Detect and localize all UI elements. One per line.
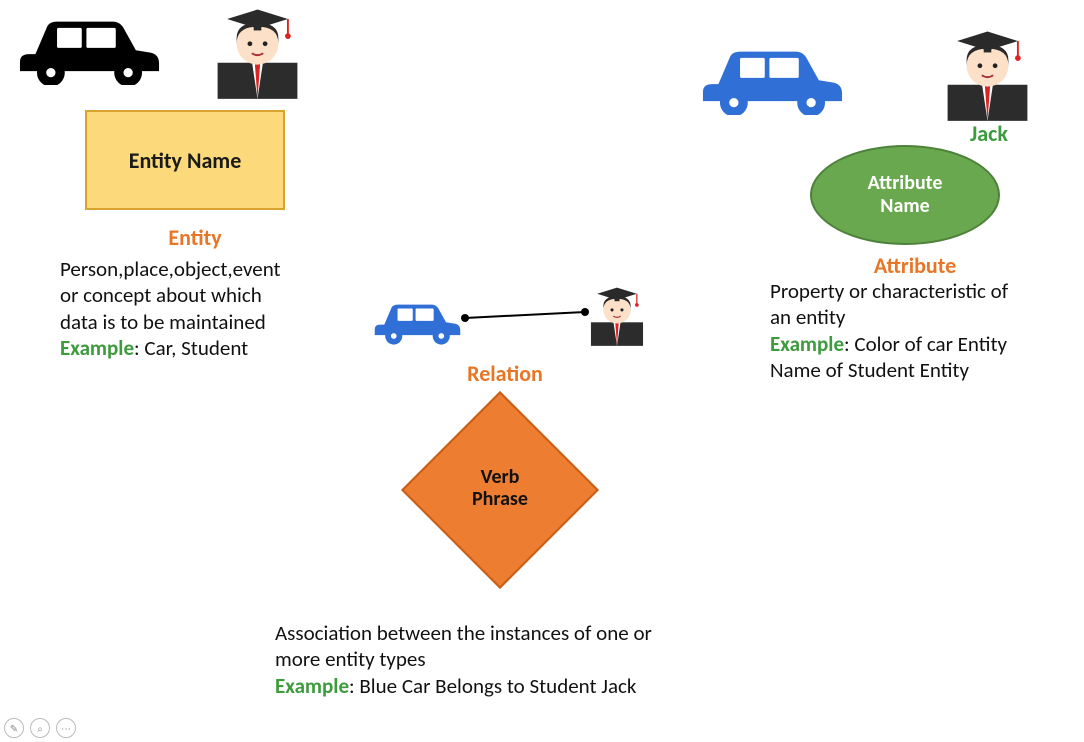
attribute-description: Property or characteristic of an entity … <box>770 278 1080 383</box>
attr-desc-l1: Property or characteristic of <box>770 278 1080 304</box>
diamond-label: Verb Phrase <box>400 466 600 510</box>
entity-desc-line3: data is to be maintained <box>60 309 360 335</box>
relation-title: Relation <box>445 360 565 387</box>
attr-ellipse-l2: Name <box>868 195 943 218</box>
relation-example-text: : Blue Car Belongs to Student Jack <box>349 673 636 699</box>
entity-example-label: Example <box>60 335 134 361</box>
attr-example-label: Example <box>770 331 844 357</box>
toolbar-edit-icon[interactable]: ✎ <box>4 718 24 738</box>
entity-name-box: Entity Name <box>85 110 285 210</box>
entity-description: Person,place,object,event or concept abo… <box>60 256 360 361</box>
attr-example-text-l1: : Color of car Entity <box>844 331 1007 357</box>
relation-desc-l1: Association between the instances of one… <box>275 620 775 646</box>
car-icon-blue-relation <box>370 290 465 345</box>
toolbar-more-icon[interactable]: ⋯ <box>56 718 76 738</box>
attr-example-text-l2: Name of Student Entity <box>770 357 1080 383</box>
student-icon-attribute <box>940 18 1035 123</box>
student-icon-relation <box>586 278 648 348</box>
toolbar: ✎ ⌕ ⋯ <box>4 718 76 738</box>
car-icon-blue-attribute <box>695 30 850 115</box>
relation-example-label: Example <box>275 673 349 699</box>
diamond-label-l1: Verb <box>400 466 600 488</box>
entity-box-label: Entity Name <box>129 147 242 174</box>
entity-example-text: : Car, Student <box>134 335 248 361</box>
jack-label: Jack <box>970 120 1008 147</box>
car-icon-black <box>12 0 167 85</box>
relation-description: Association between the instances of one… <box>275 620 775 699</box>
attr-ellipse-l1: Attribute <box>868 172 943 195</box>
entity-desc-line2: or concept about which <box>60 282 360 308</box>
relation-diamond: Verb Phrase <box>400 410 600 570</box>
diamond-label-l2: Phrase <box>400 488 600 510</box>
relation-desc-l2: more entity types <box>275 646 775 672</box>
student-icon-entity <box>210 0 305 101</box>
attribute-title: Attribute <box>855 252 975 279</box>
entity-title: Entity <box>135 224 255 251</box>
entity-desc-line1: Person,place,object,event <box>60 256 360 282</box>
relation-connector-line <box>460 300 600 330</box>
toolbar-zoom-icon[interactable]: ⌕ <box>30 718 50 738</box>
attribute-ellipse-label: Attribute Name <box>868 172 943 218</box>
attr-desc-l2: an entity <box>770 304 1080 330</box>
attribute-name-ellipse: Attribute Name <box>810 145 1000 245</box>
